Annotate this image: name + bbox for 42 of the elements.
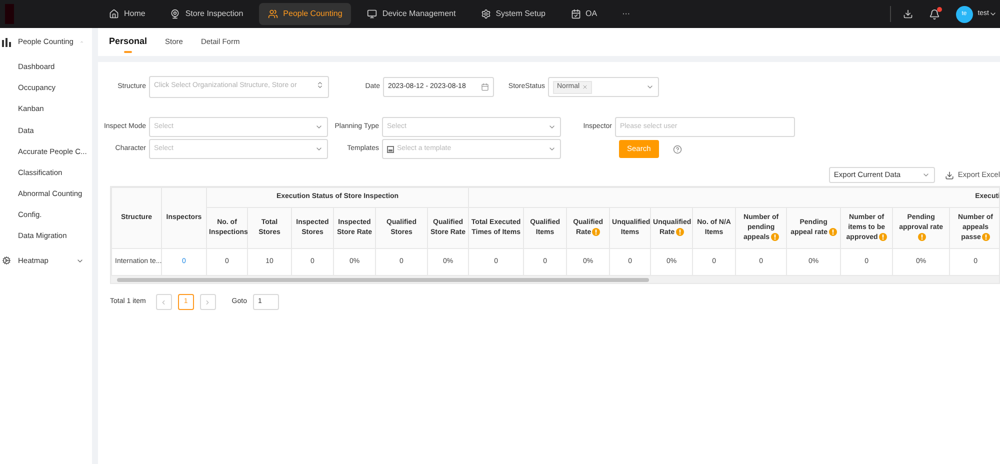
info-icon — [878, 233, 887, 242]
horizontal-scrollbar[interactable] — [111, 276, 999, 283]
help-icon[interactable] — [672, 144, 682, 154]
webcam-icon — [170, 9, 180, 19]
close-icon[interactable] — [582, 84, 588, 90]
download-icon — [944, 170, 954, 180]
info-icon — [770, 233, 779, 242]
nav-tab[interactable]: System Setup — [472, 3, 554, 25]
people-icon — [268, 9, 278, 19]
chevron-down-icon — [646, 83, 654, 91]
chevron-down-icon — [548, 123, 556, 131]
cog-icon — [2, 256, 11, 266]
gear-icon — [480, 9, 491, 19]
logo — [5, 4, 14, 24]
calendar-icon — [481, 83, 489, 91]
chevron-down-icon — [315, 123, 323, 131]
nav-tab[interactable]: Home — [100, 3, 154, 25]
calendar-icon — [570, 9, 580, 19]
info-icon — [828, 228, 837, 236]
chevron-down-icon[interactable] — [989, 10, 997, 18]
bell-icon[interactable] — [928, 8, 940, 20]
download-icon[interactable] — [902, 9, 913, 19]
template-icon — [387, 146, 394, 152]
nav-tab[interactable]: OA — [562, 3, 606, 25]
chevron-down-icon — [922, 171, 930, 179]
nav-tab[interactable]: ··· — [613, 3, 640, 25]
chevron-down-icon — [548, 145, 556, 153]
home-icon — [109, 9, 119, 19]
nav-tab[interactable]: People Counting — [259, 3, 352, 25]
bar-chart-icon — [2, 38, 11, 46]
info-icon — [676, 228, 684, 236]
monitor-icon — [367, 9, 378, 19]
chevron-down-icon — [315, 145, 323, 153]
nav-tab[interactable]: Device Management — [358, 3, 465, 25]
chevron-left-icon — [160, 298, 168, 306]
info-icon — [982, 233, 990, 242]
info-icon — [592, 228, 600, 236]
page-tab[interactable]: Personal — [109, 28, 148, 56]
chevron-right-icon — [204, 298, 212, 306]
info-icon — [918, 233, 926, 242]
nav-tab[interactable]: Store Inspection — [161, 3, 252, 25]
spinner-icon — [316, 81, 324, 89]
